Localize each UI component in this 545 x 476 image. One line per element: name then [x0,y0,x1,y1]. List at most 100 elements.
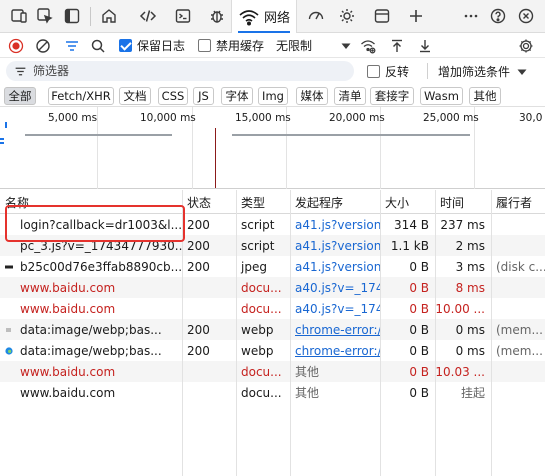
table-row[interactable]: data:image/webp;bas... 200 webp chrome-erro… [0,340,545,361]
column-header-initiator[interactable]: 发起程序 [290,190,380,214]
cell-initiator[interactable]: a40.js?v=_1743 [290,277,380,298]
network-conditions-button[interactable] [360,33,376,58]
invert-check[interactable] [367,65,380,78]
throttling-select[interactable]: 无限制 [276,33,312,58]
type-filter-font[interactable]: 字体 [221,87,253,105]
filter-input[interactable] [33,64,333,78]
clear-button[interactable] [35,33,51,58]
disable-cache-label: 禁用缓存 [216,39,265,53]
column-divider [380,190,381,476]
cell-name[interactable]: www.baidu.com [0,277,182,298]
cell-name[interactable]: www.baidu.com [0,298,182,319]
cell-initiator[interactable]: a41.js?version= [290,214,380,235]
add-tab-icon[interactable] [404,5,428,27]
table-row[interactable]: www.baidu.com docu... a40.js?v=_1743 0 B 10.… [0,298,545,319]
elements-icon[interactable] [136,5,160,27]
type-filter-css[interactable]: CSS [158,87,188,105]
cell-fulfilled: (disk c... [496,259,545,274]
cell-type: jpeg [241,259,267,274]
network-overview-timeline[interactable]: 5,000 ms 10,000 ms 15,000 ms 20,000 ms 2… [0,107,545,189]
network-settings-button[interactable] [518,33,534,58]
console-icon[interactable] [171,5,195,27]
column-header-time[interactable]: 时间 [435,190,491,214]
overview-bar [232,134,470,136]
column-header-type[interactable]: 类型 [236,190,290,214]
request-name: data:image/webp;bas... [20,322,162,337]
network-icon [238,8,260,26]
filter-toggle-button[interactable] [64,33,80,58]
cell-time: 0 ms [455,322,485,337]
type-filter-other[interactable]: 其他 [469,87,501,105]
overview-bar [0,142,4,144]
cell-name[interactable]: www.baidu.com [0,382,182,403]
throttling-dropdown-button[interactable] [338,33,354,58]
record-button[interactable] [8,33,24,58]
cell-name[interactable]: data:image/webp;bas... [0,340,182,361]
cell-type: webp [241,322,274,337]
cell-initiator[interactable]: chrome-error:/ [290,319,380,340]
inspect-icon[interactable] [33,5,57,27]
table-row[interactable]: www.baidu.com docu... 其他 0 B 挂起 [0,382,545,403]
cell-initiator[interactable]: a40.js?v=_1743 [290,298,380,319]
tab-network[interactable]: 网络 [231,0,297,33]
filter-box[interactable] [6,61,354,81]
device-toggle-icon[interactable] [7,5,31,27]
more-filters-button[interactable]: 增加筛选条件 [438,59,530,84]
type-filter-document[interactable]: 文档 [119,87,151,105]
cell-time: 挂起 [460,386,485,400]
type-filter-img[interactable]: Img [258,87,288,105]
cell-status [182,361,236,382]
table-row[interactable]: www.baidu.com docu... 其他 0 B 10.03 ... [0,361,545,382]
close-icon[interactable] [514,5,538,27]
column-header-status[interactable]: 状态 [182,190,236,214]
cell-size: 1.1 kB [390,238,429,253]
cell-initiator[interactable]: a41.js?version= [290,235,380,256]
application-icon[interactable] [370,5,394,27]
import-har-button[interactable] [389,33,405,58]
type-filter-fetch-xhr[interactable]: Fetch/XHR [48,87,114,105]
cell-initiator[interactable]: a41.js?version= [290,256,380,277]
cell-name[interactable]: data:image/webp;bas... [0,319,182,340]
sources-icon[interactable] [205,5,229,27]
type-filter-all[interactable]: 全部 [4,87,36,105]
cell-status: 200 [187,343,210,358]
cell-initiator[interactable]: chrome-error:/ [290,340,380,361]
preserve-log-check[interactable] [119,39,132,52]
cell-name[interactable]: www.baidu.com [0,361,182,382]
search-button[interactable] [90,33,106,58]
welcome-icon[interactable] [97,5,121,27]
disable-cache-check[interactable] [198,39,211,52]
export-har-button[interactable] [417,33,433,58]
type-filter-wasm[interactable]: Wasm [420,87,463,105]
column-header-size[interactable]: 大小 [380,190,435,214]
help-icon[interactable] [486,5,510,27]
request-name: www.baidu.com [20,301,116,316]
cell-name[interactable]: b25c00d76e3ffab8890cb... [0,256,182,277]
sidebar-toggle-icon[interactable] [60,5,84,27]
preserve-log-checkbox[interactable]: 保留日志 [119,33,185,58]
type-filter-manifest[interactable]: 清单 [334,87,366,105]
performance-icon[interactable] [304,5,328,27]
record-icon [8,38,24,53]
tick-label: 20,000 ms [329,112,385,124]
type-filter-socket[interactable]: 套接字 [370,87,414,105]
table-row[interactable]: b25c00d76e3ffab8890cb... 200 jpeg a41.js?ve… [0,256,545,277]
invert-checkbox[interactable]: 反转 [367,59,409,84]
more-tabs-icon[interactable] [459,5,483,27]
cell-fulfilled [491,235,545,256]
cell-initiator[interactable]: 其他 [290,361,380,382]
settings-gear-tab-icon[interactable] [335,5,359,27]
tab-separator [90,7,91,26]
column-header-fulfilled-by[interactable]: 履行者 [491,190,545,214]
cell-initiator[interactable]: 其他 [290,382,380,403]
tick-label: 30,0 [519,112,543,124]
cell-type: docu... [241,301,282,316]
cell-fulfilled [491,361,545,382]
disable-cache-checkbox[interactable]: 禁用缓存 [198,33,264,58]
table-row[interactable]: data:image/webp;bas... 200 webp chrome-erro… [0,319,545,340]
type-filter-media[interactable]: 媒体 [296,87,328,105]
request-name: www.baidu.com [20,385,116,400]
type-filter-js[interactable]: JS [193,87,214,105]
cell-size: 0 B [409,301,429,316]
table-row[interactable]: www.baidu.com docu... a40.js?v=_1743 0 B 8 m… [0,277,545,298]
